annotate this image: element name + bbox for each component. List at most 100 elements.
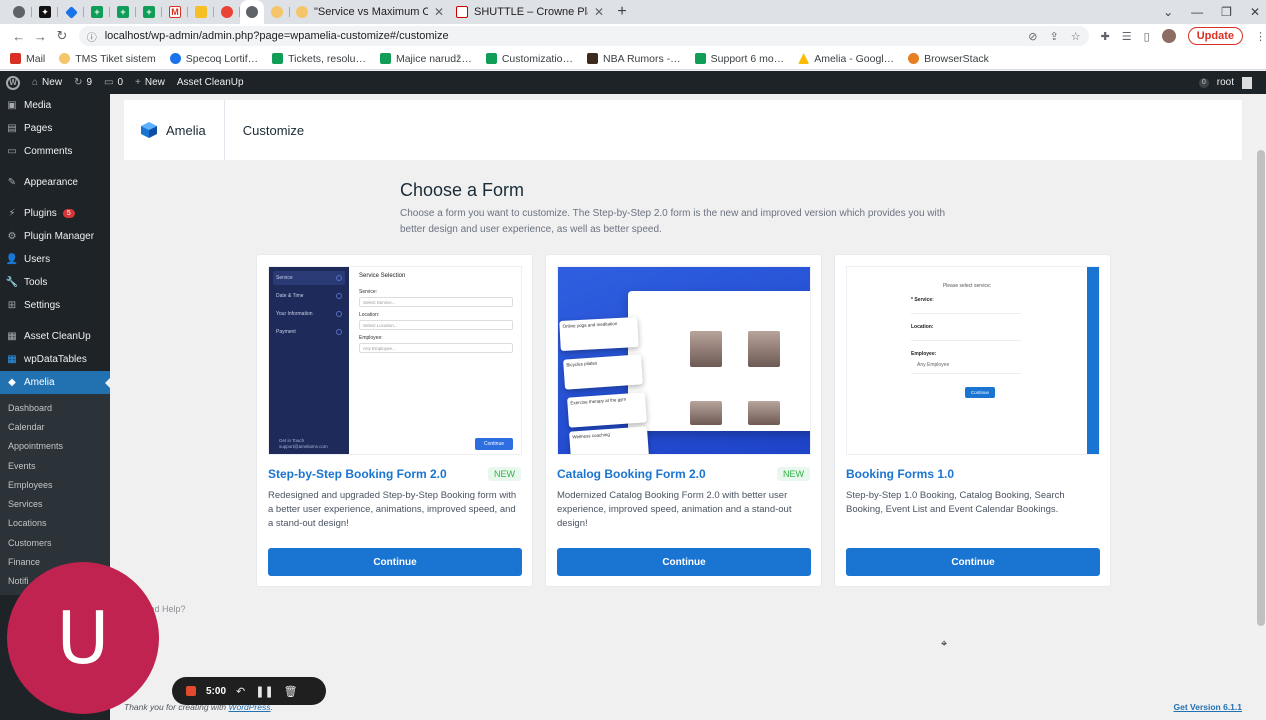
sidebar-item-settings[interactable]: ⊞ Settings: [0, 294, 110, 317]
trash-icon[interactable]: 🗑: [284, 685, 298, 698]
sheets-icon: [485, 53, 497, 64]
sidebar-item-asset-cleanup[interactable]: ▦ Asset CleanUp: [0, 325, 110, 348]
tab-service-vs-max[interactable]: "Service vs Maximum Cap ✕: [290, 0, 450, 24]
tab-pinned[interactable]: [6, 0, 32, 24]
preview-heading: Service Selection: [359, 273, 406, 279]
browser-toolbar: ← → ↻ ⓘ localhost/wp-admin/admin.php?pag…: [0, 24, 1266, 48]
minimize-icon[interactable]: —: [1191, 5, 1203, 19]
brand-name: Amelia: [166, 122, 206, 138]
submenu-item-calendar[interactable]: Calendar: [0, 417, 110, 436]
tab-pinned[interactable]: +: [110, 0, 136, 24]
extensions-icon[interactable]: ✚: [1101, 30, 1110, 43]
sidebar-item-amelia[interactable]: ◆ Amelia: [0, 371, 111, 394]
sidebar-item-appearance[interactable]: ✎ Appearance: [0, 171, 110, 194]
preview-step: Your Information: [273, 307, 345, 321]
tab-shuttle[interactable]: SHUTTLE – Crowne Plaza ✕: [450, 0, 610, 24]
bookmark-item[interactable]: Customizatio…: [485, 53, 573, 65]
update-button[interactable]: Update: [1187, 27, 1243, 45]
undo-icon[interactable]: ↶: [236, 685, 245, 698]
sidebar-item-users[interactable]: 👤 Users: [0, 248, 110, 271]
tab-pinned[interactable]: +: [136, 0, 162, 24]
tab-pinned[interactable]: [58, 0, 84, 24]
bookmark-item[interactable]: Amelia - Googl…: [798, 53, 894, 65]
site-name-link[interactable]: ⌂ New: [32, 77, 62, 88]
updates-link[interactable]: ↻ 9: [74, 77, 92, 88]
close-icon[interactable]: ✕: [434, 5, 444, 19]
sidebar-item-plugin-manager[interactable]: ⚙ Plugin Manager: [0, 225, 110, 248]
plugins-count-badge: 5: [62, 209, 75, 218]
sidebar-item-tools[interactable]: 🔧 Tools: [0, 271, 110, 294]
sidebar-item-plugins[interactable]: ⚡ Plugins 5: [0, 202, 110, 225]
notification-badge[interactable]: 0: [1198, 77, 1209, 88]
new-content-link[interactable]: + New: [135, 77, 165, 88]
diamond-icon: [64, 5, 78, 19]
bookmark-item[interactable]: Majice narudž…: [379, 53, 472, 65]
address-bar[interactable]: ⓘ localhost/wp-admin/admin.php?page=wpam…: [78, 26, 1089, 46]
close-icon[interactable]: ✕: [1250, 5, 1260, 19]
tab-pinned[interactable]: +: [84, 0, 110, 24]
tab-active[interactable]: [240, 0, 264, 24]
mouse-cursor-icon: ⌖: [941, 638, 948, 650]
pause-icon[interactable]: ❚❚: [255, 685, 273, 698]
bookmark-item[interactable]: BrowserStack: [908, 53, 989, 65]
profile-avatar[interactable]: [1161, 29, 1176, 43]
user-name[interactable]: root: [1217, 77, 1234, 88]
tab-pinned[interactable]: [188, 0, 214, 24]
plugins-icon: ⚡: [8, 208, 16, 219]
tab-pinned[interactable]: [264, 0, 290, 24]
form-card-step-by-step-2: Service Date & Time Your Information Pay…: [256, 254, 533, 587]
bookmark-item[interactable]: Tickets, resolu…: [272, 53, 366, 65]
refresh-icon: ↻: [74, 77, 83, 88]
info-icon[interactable]: ⓘ: [87, 29, 97, 44]
menu-icon[interactable]: ⋮: [1255, 30, 1266, 43]
settings-icon: ⊞: [7, 300, 17, 311]
user-avatar[interactable]: [1242, 76, 1252, 89]
get-version-link[interactable]: Get Version 6.1.1: [1173, 702, 1242, 712]
reload-icon[interactable]: ↻: [51, 28, 73, 44]
tab-pinned[interactable]: ✦: [32, 0, 58, 24]
submenu-item-employees[interactable]: Employees: [0, 475, 110, 494]
card-description: Step-by-Step 1.0 Booking, Catalog Bookin…: [846, 490, 1065, 515]
scrollbar-thumb[interactable]: [1257, 150, 1265, 626]
tab-pinned[interactable]: [214, 0, 240, 24]
back-icon[interactable]: ←: [8, 29, 30, 44]
preview-card: Online yoga and meditation: [559, 316, 639, 352]
wordpress-icon[interactable]: W: [6, 75, 20, 90]
bookmark-item[interactable]: TMS Tiket sistem: [59, 53, 156, 65]
stop-record-icon[interactable]: [186, 686, 196, 696]
submenu-item-appointments[interactable]: Appointments: [0, 437, 110, 456]
reading-list-icon[interactable]: ☰: [1122, 30, 1132, 43]
star-icon[interactable]: ☆: [1071, 30, 1081, 43]
continue-button[interactable]: Continue: [846, 548, 1100, 576]
bookmark-item[interactable]: Support 6 mo…: [694, 53, 784, 65]
submenu-item-customers[interactable]: Customers: [0, 533, 110, 552]
sidebar-item-comments[interactable]: ▭ Comments: [0, 140, 110, 163]
new-tab-button[interactable]: +: [610, 3, 634, 21]
tab-pinned[interactable]: M: [162, 0, 188, 24]
bookmark-item[interactable]: Specoq Lortif…: [169, 53, 258, 65]
forward-icon[interactable]: →: [30, 29, 52, 44]
wp-admin-bar: W ⌂ New ↻ 9 ▭ 0 + New Asset CleanUp 0 root: [0, 71, 1266, 94]
nba-icon: [587, 53, 599, 64]
restore-icon[interactable]: ❐: [1221, 5, 1232, 19]
bookmark-item[interactable]: Mail: [10, 53, 45, 65]
sidebar-item-pages[interactable]: ▤ Pages: [0, 117, 110, 140]
blocked-icon[interactable]: ⊘: [1028, 30, 1037, 43]
submenu-item-events[interactable]: Events: [0, 456, 110, 475]
asset-cleanup-link[interactable]: Asset CleanUp: [177, 77, 244, 88]
bookmark-item[interactable]: NBA Rumors -…: [587, 53, 681, 65]
submenu-item-locations[interactable]: Locations: [0, 514, 110, 533]
continue-button[interactable]: Continue: [557, 548, 811, 576]
window-controls: ⌄ — ❐ ✕: [1163, 0, 1260, 24]
share-icon[interactable]: ⇪: [1049, 30, 1058, 43]
comments-link[interactable]: ▭ 0: [104, 77, 123, 88]
card-title: Booking Forms 1.0: [846, 467, 955, 481]
close-icon[interactable]: ✕: [594, 5, 604, 19]
submenu-item-dashboard[interactable]: Dashboard: [0, 398, 110, 417]
continue-button[interactable]: Continue: [268, 548, 522, 576]
submenu-item-services[interactable]: Services: [0, 494, 110, 513]
sidepanel-icon[interactable]: ▯: [1144, 30, 1150, 43]
sidebar-item-wpdatatables[interactable]: ▦ wpDataTables: [0, 348, 110, 371]
sidebar-item-media[interactable]: ▣ Media: [0, 94, 110, 117]
chevron-down-icon[interactable]: ⌄: [1163, 5, 1173, 19]
